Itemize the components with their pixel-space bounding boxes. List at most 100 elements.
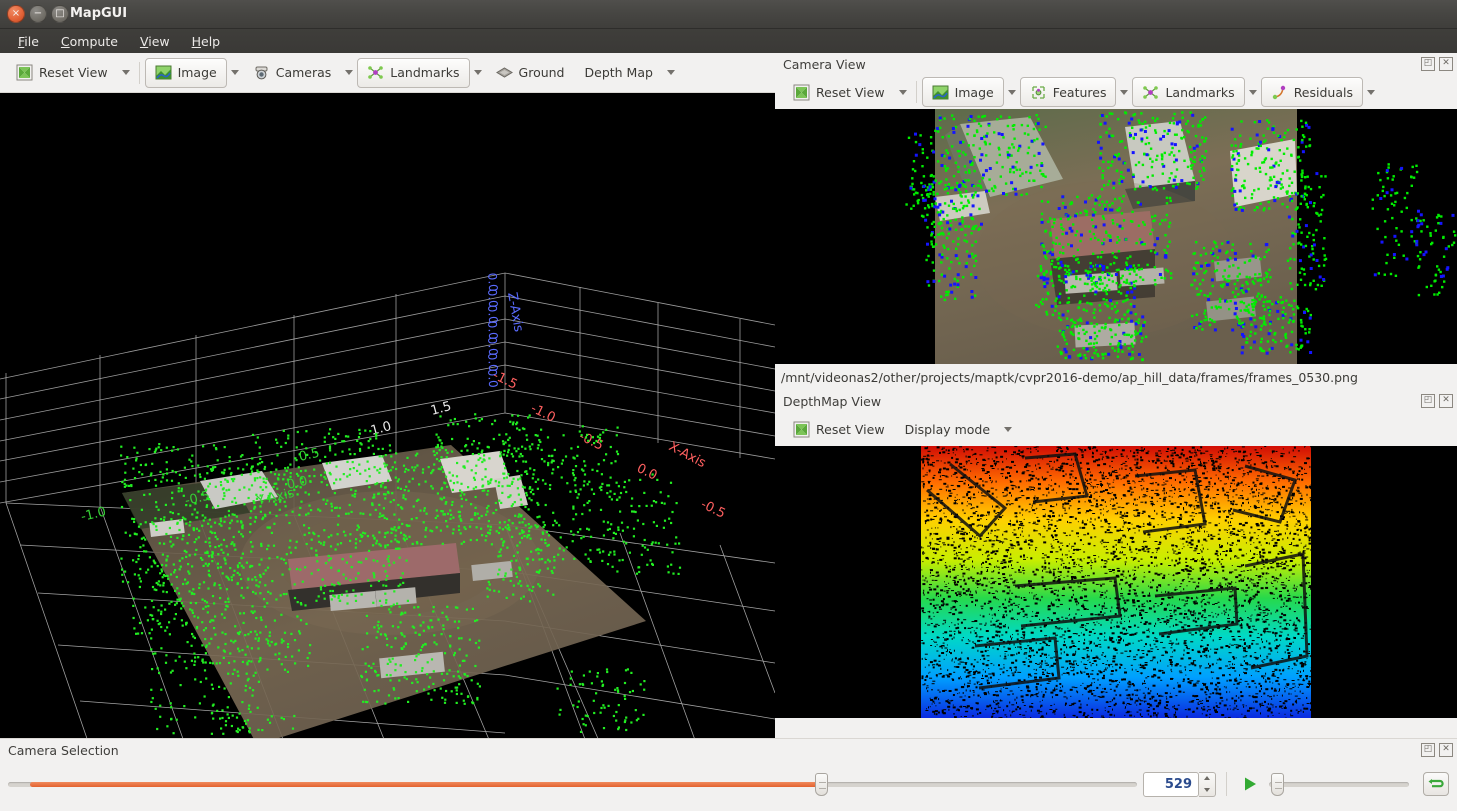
reset-view-icon	[793, 421, 810, 438]
camera-landmarks-label: Landmarks	[1165, 84, 1235, 100]
camera-view-close-button[interactable]: ✕	[1439, 57, 1453, 71]
depthmap-view-toolbar: Reset View Display mode	[775, 412, 1457, 446]
world-reset-view-menu-arrow[interactable]	[118, 58, 134, 88]
features-icon	[1030, 84, 1047, 101]
camera-reset-view-menu-arrow[interactable]	[895, 77, 911, 107]
world-ground-button[interactable]: Ground	[486, 58, 575, 88]
world-reset-view-label: Reset View	[39, 65, 108, 80]
world-cameras-menu-arrow[interactable]	[341, 58, 357, 88]
playback-speed-slider[interactable]	[1269, 771, 1409, 797]
menu-bar: FFileile Compute View Help	[0, 29, 1457, 53]
loop-icon	[1428, 779, 1444, 788]
world-depth-map-menu-arrow[interactable]	[663, 58, 679, 88]
loop-button[interactable]	[1423, 772, 1449, 796]
window-title: MapGUI	[70, 6, 128, 21]
depthmap-view-float-button[interactable]: ◰	[1421, 394, 1435, 408]
world-cameras-button[interactable]: Cameras	[243, 58, 342, 88]
depthmap-reset-view-button[interactable]: Reset View	[783, 414, 895, 444]
camera-features-button[interactable]: Features	[1019, 77, 1117, 107]
camera-selection-controls: 529	[0, 761, 1457, 807]
depthmap-display-mode-label: Display mode	[904, 421, 991, 437]
camera-reset-view-button[interactable]: Reset View	[783, 77, 895, 107]
world-landmarks-button[interactable]: Landmarks	[357, 57, 470, 88]
camera-selection-title: Camera Selection	[8, 742, 119, 758]
world-image-label: Image	[177, 65, 217, 80]
controls-separator	[1226, 772, 1227, 796]
camera-image-canvas[interactable]	[775, 109, 1457, 364]
minimize-window-button[interactable]: −	[29, 5, 47, 23]
frame-number-input[interactable]: 529	[1143, 771, 1199, 797]
residuals-icon	[1271, 84, 1288, 101]
camera-landmarks-button[interactable]: Landmarks	[1132, 77, 1245, 107]
camera-view-toolbar: Reset View Image Features Landmarks Resi…	[775, 75, 1457, 109]
camera-features-label: Features	[1052, 84, 1107, 100]
depthmap-view-title: DepthMap View	[783, 393, 882, 409]
frame-number-stepper[interactable]	[1199, 771, 1216, 797]
camera-reset-view-label: Reset View	[816, 84, 885, 100]
camera-selection-header: Camera Selection ◰ ✕	[0, 739, 1457, 761]
landmarks-icon	[1142, 84, 1159, 101]
depthmap-canvas[interactable]	[775, 446, 1457, 718]
ground-icon	[495, 64, 513, 81]
camera-image-label: Image	[954, 84, 994, 100]
toolbar-separator	[138, 61, 140, 84]
camera-image-path: /mnt/videonas2/other/projects/maptk/cvpr…	[775, 364, 1457, 390]
world-depth-map-label: Depth Map	[584, 65, 653, 80]
world-image-menu-arrow[interactable]	[227, 58, 243, 88]
depthmap-reset-view-label: Reset View	[816, 421, 885, 437]
menu-view[interactable]: View	[130, 32, 180, 51]
depthmap-view-header: DepthMap View ◰ ✕	[775, 390, 1457, 412]
camera-features-menu-arrow[interactable]	[1116, 77, 1132, 107]
world-image-button[interactable]: Image	[144, 57, 227, 88]
reset-view-icon	[793, 84, 810, 101]
camera-icon	[253, 64, 270, 81]
world-view-toolbar: Reset View Image Cameras Landmarks Groun…	[0, 53, 775, 93]
camera-view-title: Camera View	[783, 56, 866, 72]
close-window-button[interactable]: ×	[7, 5, 25, 23]
camera-selection-float-button[interactable]: ◰	[1421, 743, 1435, 757]
maximize-window-button[interactable]: □	[51, 5, 69, 23]
image-icon	[155, 64, 172, 81]
menu-compute[interactable]: Compute	[51, 32, 128, 51]
depthmap-display-mode-menu-arrow[interactable]	[1000, 414, 1016, 444]
world-landmarks-label: Landmarks	[390, 65, 460, 80]
depthmap-display-mode-button[interactable]: Display mode	[895, 414, 1001, 444]
frame-number-value: 529	[1164, 776, 1192, 792]
frame-step-up-button[interactable]	[1199, 773, 1215, 785]
play-button[interactable]	[1237, 771, 1263, 797]
world-view-scene: Z-Axis 0.0 0.0 0.0 0.0 0.0 0.0 0.0 X-Axi…	[0, 93, 775, 738]
window-controls: × − □	[7, 5, 69, 23]
menu-help[interactable]: Help	[182, 32, 231, 51]
title-bar: × − □ MapGUI	[0, 0, 1457, 29]
camera-image-path-text: /mnt/videonas2/other/projects/maptk/cvpr…	[781, 369, 1358, 385]
camera-image-menu-arrow[interactable]	[1004, 77, 1020, 107]
menu-file[interactable]: FFileile	[8, 32, 49, 51]
reset-view-icon	[16, 64, 33, 81]
camera-selection-dock: Camera Selection ◰ ✕ 529	[0, 738, 1457, 811]
world-depth-map-button[interactable]: Depth Map	[575, 58, 663, 88]
camera-residuals-label: Residuals	[1293, 84, 1353, 100]
landmarks-icon	[367, 64, 384, 81]
frame-step-down-button[interactable]	[1199, 784, 1215, 796]
depthmap-view-close-button[interactable]: ✕	[1439, 394, 1453, 408]
mapgui-window: × − □ MapGUI FFileile Compute View Help …	[0, 0, 1457, 811]
play-icon	[1245, 777, 1256, 791]
world-reset-view-button[interactable]: Reset View	[6, 58, 118, 88]
camera-landmarks-menu-arrow[interactable]	[1245, 77, 1261, 107]
right-dock-column: Camera View ◰ ✕ Reset View Image Feature…	[775, 53, 1457, 738]
image-icon	[932, 84, 949, 101]
camera-frame	[775, 109, 1457, 364]
depthmap-image	[775, 446, 1457, 718]
camera-residuals-button[interactable]: Residuals	[1260, 77, 1363, 107]
camera-residuals-menu-arrow[interactable]	[1363, 77, 1379, 107]
camera-selection-close-button[interactable]: ✕	[1439, 743, 1453, 757]
world-landmarks-menu-arrow[interactable]	[470, 58, 486, 88]
world-cameras-label: Cameras	[275, 65, 332, 80]
frame-slider[interactable]	[8, 771, 1137, 797]
world-view-canvas[interactable]: Z-Axis 0.0 0.0 0.0 0.0 0.0 0.0 0.0 X-Axi…	[0, 93, 775, 738]
world-ground-label: Ground	[518, 65, 565, 80]
camera-toolbar-separator	[915, 81, 917, 103]
camera-view-header: Camera View ◰ ✕	[775, 53, 1457, 75]
camera-image-button[interactable]: Image	[921, 77, 1004, 107]
camera-view-float-button[interactable]: ◰	[1421, 57, 1435, 71]
